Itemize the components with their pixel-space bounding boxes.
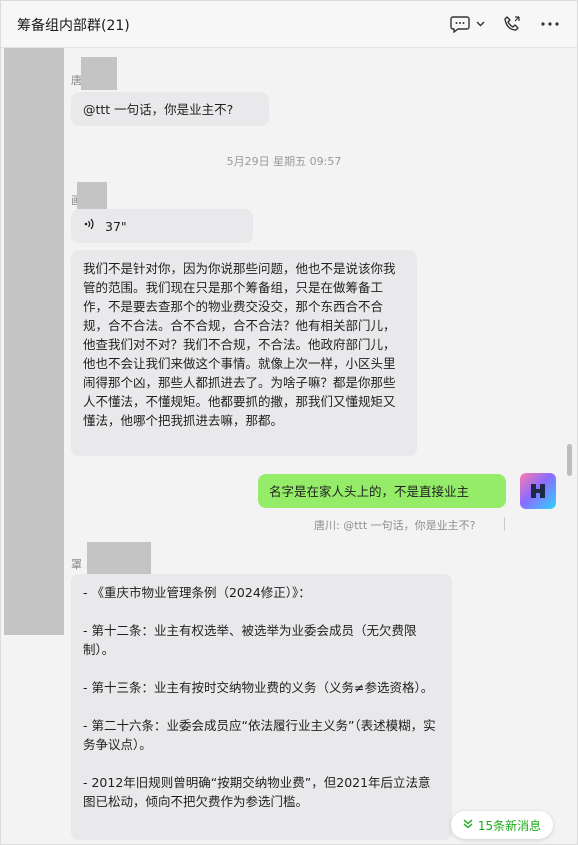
more-icon[interactable] [539,13,561,35]
redacted-name [81,57,117,90]
scrollbar-thumb[interactable] [567,444,572,476]
redacted-name [77,182,107,210]
double-chevron-down-icon [463,818,473,832]
message-list[interactable]: 唐 @ttt 一句话，你是业主不? 5月29日 星期五 09:57 画 37" … [1,48,567,844]
redacted-name [87,542,151,576]
new-messages-button[interactable]: 15条新消息 [451,811,553,839]
law-line: - 第二十六条：业委会成员应“依法履行业主义务”（表述模糊，实务争议点）。 [83,718,436,752]
law-line: - 第十二条：业主有权选举、被选举为业委会成员（无欠费限制）。 [83,623,417,657]
quoted-reply[interactable]: 唐川: @ttt 一句话，你是业主不? [314,517,475,533]
message-text: 名字是在家人头上的，不是直接业主 [269,484,470,499]
message-bubble[interactable]: - 《重庆市物业管理条例（2024修正）》： - 第十二条：业主有权选举、被选举… [71,574,452,840]
message-bubble[interactable]: @ttt 一句话，你是业主不? [71,92,269,126]
group-title: 筹备组内部群(21) [17,18,130,34]
message-text: @ttt 一句话，你是业主不? [83,102,234,117]
message-bubble[interactable]: 我们不是针对你，因为你说那些问题，他也不是说该你我管的范围。我们现在只是那个筹备… [71,250,417,456]
law-line: - 《重庆市物业管理条例（2024修正）》： [83,585,311,600]
chat-window: 筹备组内部群(21) 唐 @ttt 一句话，你是业主不? 5月29日 星期五 0… [0,0,578,845]
timestamp: 5月29日 星期五 09:57 [226,155,342,168]
law-line: - 2012年旧规则曾明确“按期交纳物业费”，但2021年后立法意图已松动，倾向… [83,775,431,809]
sender-name: 罩 [71,558,82,571]
voice-duration: 37" [105,219,127,234]
voice-wave-icon [83,217,97,236]
new-messages-label: 15条新消息 [477,818,542,833]
law-line: - 第十三条：业主有按时交纳物业费的义务（义务≠参选资格）。 [83,680,434,695]
chat-bubble-icon[interactable] [449,13,471,35]
quote-divider [504,517,505,531]
phone-icon[interactable] [501,13,523,35]
voice-message[interactable]: 37" [71,209,253,243]
message-text: 我们不是针对你，因为你说那些问题，他也不是说该你我管的范围。我们现在只是那个筹备… [83,261,396,428]
chat-header: 筹备组内部群(21) [1,1,577,48]
self-message-bubble[interactable]: 名字是在家人头上的，不是直接业主 [258,474,506,508]
self-avatar[interactable] [520,473,556,509]
chevron-down-icon[interactable] [475,13,485,35]
